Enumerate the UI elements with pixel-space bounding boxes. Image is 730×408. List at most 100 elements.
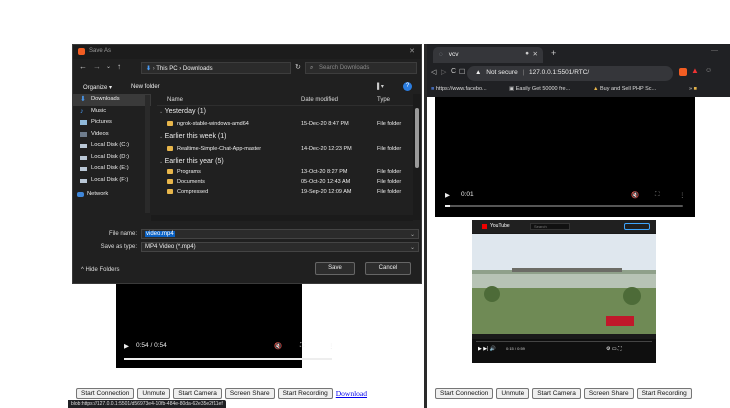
left-video-player[interactable]: ▶ 0:54 / 0:54 🔇 ⛶ ⋮ — [116, 282, 335, 368]
view-options-icon[interactable]: ▐ ▾ — [375, 83, 384, 90]
start-camera-button[interactable]: Start Camera — [532, 388, 581, 399]
file-row[interactable]: Documents 05-Oct-20 12:43 AM File folder — [157, 178, 413, 188]
help-icon[interactable]: ? — [403, 82, 412, 91]
downloads-icon: ⬇ — [80, 96, 86, 103]
file-row[interactable]: Programs 13-Oct-20 8:27 PM File folder — [157, 168, 413, 178]
mute-icon[interactable]: 🔇 — [631, 191, 639, 199]
file-list-horizontal-scrollbar[interactable] — [151, 215, 413, 221]
youtube-logo-icon — [482, 224, 487, 229]
bookmark-icon[interactable]: ☐ — [459, 68, 465, 76]
column-name[interactable]: Name — [167, 97, 183, 103]
unmute-button[interactable]: Unmute — [137, 388, 171, 399]
start-recording-button[interactable]: Start Recording — [636, 388, 692, 399]
nav-item-downloads[interactable]: ⬇ Downloads — [73, 94, 151, 106]
back-icon[interactable]: ◁ — [431, 68, 436, 76]
yt-settings-icon: ⚙ ▭ ⛶ — [606, 346, 622, 352]
tab-vcv[interactable]: ◌ vcv ● ✕ — [433, 47, 543, 63]
save-type-select[interactable]: MP4 Video (*.mp4) ⌄ — [141, 242, 419, 252]
close-icon[interactable]: ✕ — [409, 47, 415, 55]
start-connection-button[interactable]: Start Connection — [435, 388, 494, 399]
file-name-input[interactable]: video.mp4 ⌄ — [141, 229, 419, 239]
mute-icon[interactable]: 🔇 — [274, 342, 282, 350]
start-camera-button[interactable]: Start Camera — [173, 388, 222, 399]
play-icon[interactable]: ▶ — [445, 191, 450, 199]
start-recording-button[interactable]: Start Recording — [277, 388, 333, 399]
file-name-label: File name: — [108, 231, 137, 237]
recent-dropdown-icon[interactable]: ⌄ — [106, 63, 111, 70]
forward-icon[interactable]: ▷ — [441, 68, 446, 76]
bookmark-easily-get[interactable]: ▣ Easily Get 50000 fre... — [509, 86, 570, 92]
screen-share-button[interactable]: Screen Share — [583, 388, 634, 399]
bookmark-overflow[interactable]: » ■ — [689, 86, 697, 92]
video-progress-bar[interactable] — [445, 205, 683, 207]
warning-icon: ▲ — [475, 69, 482, 76]
nav-item-disk-d[interactable]: Local Disk (D:) — [73, 152, 151, 164]
search-placeholder: Search Downloads — [319, 65, 370, 71]
remote-video-player[interactable]: ▶ 0:01 🔇 ⛶ ⋮ — [435, 97, 695, 217]
nav-item-disk-c[interactable]: Local Disk (C:) — [73, 140, 151, 152]
nav-item-disk-e[interactable]: Local Disk (E:) — [73, 163, 151, 175]
video-progress-bar[interactable] — [124, 358, 332, 360]
nav-item-videos[interactable]: Videos — [73, 129, 151, 141]
minimize-icon[interactable]: — — [711, 47, 718, 54]
group-header[interactable]: ⌄ Earlier this year (5) — [157, 156, 413, 168]
unmute-button[interactable]: Unmute — [496, 388, 530, 399]
folder-icon — [167, 179, 173, 184]
file-row[interactable]: Realtime-Simple-Chat-App-master 14-Dec-2… — [157, 143, 413, 156]
pictures-icon — [80, 120, 87, 125]
dialog-titlebar[interactable]: Save As ✕ — [73, 45, 421, 59]
brave-shield-icon[interactable] — [679, 68, 687, 76]
reload-icon[interactable]: C — [451, 68, 456, 75]
youtube-controls: ▶ ▶| 🔊 0:15 / 0:59 ⚙ ▭ ⛶ — [472, 339, 656, 363]
bookmark-facebook[interactable]: ■ https://www.facebo... — [431, 86, 487, 92]
play-icon[interactable]: ▶ — [124, 342, 129, 350]
close-tab-icon[interactable]: ✕ — [533, 50, 538, 58]
new-tab-icon[interactable]: + — [551, 48, 556, 58]
left-button-row: Start Connection Unmute Start Camera Scr… — [76, 388, 367, 399]
video-time: 0:01 — [461, 191, 474, 198]
drive-icon — [80, 167, 87, 171]
folder-icon — [167, 121, 173, 126]
fullscreen-icon[interactable]: ⛶ — [655, 191, 660, 199]
nav-item-disk-f[interactable]: Local Disk (F:) — [73, 175, 151, 187]
up-icon[interactable]: ↑ — [117, 62, 121, 71]
yt-search-box: Search — [530, 223, 570, 230]
new-folder-button[interactable]: New folder — [131, 84, 160, 90]
address-bar[interactable]: ▲ Not secure | 127.0.0.1:5501/RTC/ — [467, 66, 673, 81]
column-date[interactable]: Date modified — [301, 97, 338, 103]
group-header[interactable]: ⌄ Yesterday (1) — [157, 106, 413, 118]
group-header[interactable]: ⌄ Earlier this week (1) — [157, 131, 413, 143]
bookmark-buy-sell[interactable]: ▲ Buy and Sell PHP Sc... — [593, 86, 656, 92]
sign-in-button — [624, 223, 650, 230]
cancel-button[interactable]: Cancel — [365, 262, 411, 275]
nav-item-music[interactable]: ♪ Music — [73, 106, 151, 118]
organize-button[interactable]: Organize ▾ — [83, 84, 112, 91]
file-row[interactable]: ngrok-stable-windows-amd64 15-Dec-20 8:4… — [157, 118, 413, 131]
nav-item-network[interactable]: Network — [73, 189, 151, 201]
screen-share-button[interactable]: Screen Share — [224, 388, 275, 399]
navigation-pane: ⬇ Downloads ♪ Music Pictures Videos Local … — [73, 94, 151, 220]
download-link[interactable]: Download — [336, 389, 367, 398]
column-header-row: Name Date modified Type — [157, 94, 413, 106]
scrollbar-thumb[interactable] — [415, 108, 419, 168]
network-icon — [77, 192, 84, 197]
forward-icon[interactable]: → — [93, 62, 101, 71]
rewards-icon[interactable]: ▲ — [691, 66, 699, 75]
breadcrumb[interactable]: This PC › Downloads — [156, 66, 212, 72]
more-icon[interactable]: ⋮ — [328, 342, 335, 350]
nav-item-pictures[interactable]: Pictures — [73, 117, 151, 129]
extension-icon[interactable]: ☺ — [705, 67, 712, 74]
start-connection-button[interactable]: Start Connection — [76, 388, 135, 399]
search-input[interactable]: ⌕ Search Downloads — [305, 62, 417, 74]
back-icon[interactable]: ← — [79, 62, 87, 71]
column-type[interactable]: Type — [377, 97, 390, 103]
file-list-vertical-scrollbar[interactable] — [413, 94, 421, 220]
nav-scrollbar[interactable] — [145, 95, 150, 213]
more-icon[interactable]: ⋮ — [679, 191, 686, 199]
path-box[interactable]: ⬇ › This PC › Downloads — [141, 62, 291, 74]
save-button[interactable]: Save — [315, 262, 355, 275]
refresh-icon[interactable]: ↻ — [295, 63, 301, 71]
fullscreen-icon[interactable]: ⛶ — [300, 342, 305, 350]
file-row[interactable]: Compressed 19-Sep-20 12:09 AM File folde… — [157, 188, 413, 198]
hide-folders-toggle[interactable]: ^ Hide Folders — [81, 267, 120, 273]
